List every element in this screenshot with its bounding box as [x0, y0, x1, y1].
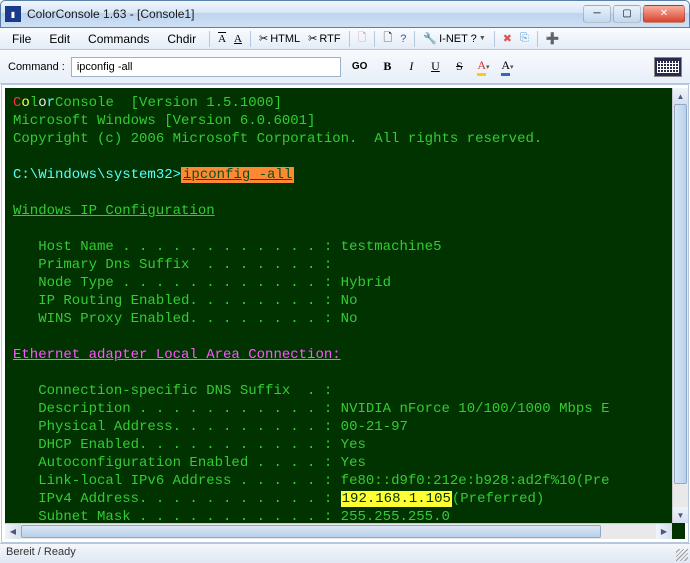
chevron-down-icon: ▾ [486, 63, 490, 71]
delete-icon: ✖ [503, 32, 512, 45]
vertical-scrollbar[interactable]: ▲ ▼ [672, 88, 688, 523]
console-output[interactable]: ColorConsole [Version 1.5.1000] Microsof… [5, 88, 685, 539]
separator [349, 31, 350, 47]
separator [250, 31, 251, 47]
separator [414, 31, 415, 47]
scroll-thumb[interactable] [21, 525, 601, 538]
inet-dropdown[interactable]: 🔧I-NET ? ▼ [420, 30, 488, 47]
command-label: Command : [8, 61, 65, 73]
minimize-button[interactable]: ─ [583, 5, 611, 23]
menu-chdir[interactable]: Chdir [159, 30, 204, 48]
font-color-icon: A [501, 58, 510, 76]
scroll-thumb[interactable] [674, 104, 687, 484]
help-button[interactable]: ? [397, 31, 409, 47]
toolbar-icon-1[interactable]: 🗋 [355, 27, 370, 50]
command-bar: Command : GO B I U S A▾ A▾ [0, 50, 690, 84]
new-doc-button[interactable]: 🗋 [380, 27, 395, 50]
menu-edit[interactable]: Edit [41, 30, 78, 48]
scissors-icon: ✂ [259, 32, 268, 45]
statusbar: Bereit / Ready [0, 543, 690, 563]
export-html-button[interactable]: ✂HTML [256, 30, 303, 47]
export-rtf-button[interactable]: ✂RTF [305, 30, 343, 47]
font-color-button[interactable]: A▾ [498, 58, 516, 76]
separator [537, 31, 538, 47]
copy-button[interactable]: ⎘ [517, 30, 532, 47]
page-icon: 🗋 [383, 29, 392, 48]
separator [209, 31, 210, 47]
help-icon: ? [400, 33, 406, 45]
wrench-icon: 🔧 [423, 32, 437, 45]
highlight-button[interactable]: A▾ [474, 58, 492, 76]
window-title: ColorConsole 1.63 - [Console1] [27, 7, 583, 21]
font-decrease-button[interactable]: A [215, 31, 229, 47]
go-button[interactable]: GO [347, 59, 373, 74]
menu-commands[interactable]: Commands [80, 30, 157, 48]
close-button[interactable]: ✕ [643, 5, 685, 23]
delete-button[interactable]: ✖ [500, 30, 515, 47]
separator [374, 31, 375, 47]
highlight-icon: A [477, 58, 486, 76]
separator [494, 31, 495, 47]
horizontal-scrollbar[interactable]: ◀ ▶ [5, 523, 672, 539]
command-input[interactable] [71, 57, 341, 77]
plus-icon: ➕ [546, 32, 560, 45]
italic-button[interactable]: I [402, 58, 420, 76]
scroll-down-button[interactable]: ▼ [673, 507, 688, 523]
titlebar: ▮ ColorConsole 1.63 - [Console1] ─ ▢ ✕ [0, 0, 690, 28]
font-increase-button[interactable]: A [231, 31, 245, 47]
strike-button[interactable]: S [450, 58, 468, 76]
window-controls: ─ ▢ ✕ [583, 5, 685, 23]
scissors-icon: ✂ [308, 32, 317, 45]
menu-file[interactable]: File [4, 30, 39, 48]
scroll-left-button[interactable]: ◀ [5, 524, 21, 539]
chevron-down-icon: ▼ [479, 35, 486, 42]
scroll-right-button[interactable]: ▶ [656, 524, 672, 539]
console-area: ColorConsole [Version 1.5.1000] Microsof… [1, 84, 689, 543]
underline-button[interactable]: U [426, 58, 444, 76]
scroll-up-button[interactable]: ▲ [673, 88, 688, 104]
menubar: File Edit Commands Chdir A A ✂HTML ✂RTF … [0, 28, 690, 50]
status-text: Bereit / Ready [6, 546, 76, 558]
chevron-down-icon: ▾ [510, 63, 514, 71]
resize-grip[interactable] [676, 549, 688, 561]
maximize-button[interactable]: ▢ [613, 5, 641, 23]
bold-button[interactable]: B [378, 58, 396, 76]
app-icon: ▮ [5, 6, 21, 22]
keyboard-icon[interactable] [654, 57, 682, 77]
add-button[interactable]: ➕ [543, 30, 563, 47]
copy-icon: ⎘ [520, 32, 529, 45]
document-icon: 🗋 [358, 29, 367, 48]
